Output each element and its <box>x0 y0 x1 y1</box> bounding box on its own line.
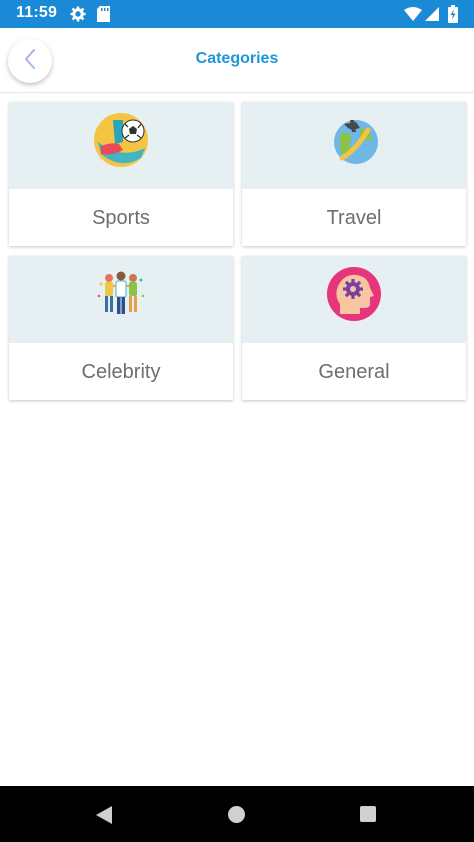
page-title: Categories <box>195 50 279 67</box>
app-bar: Categories <box>0 28 474 93</box>
status-time: 11:59 <box>16 4 58 21</box>
soccer-icon <box>93 112 149 168</box>
card-thumbnail <box>9 256 233 343</box>
category-label: Travel <box>326 207 382 229</box>
status-bar: 11:59 <box>0 0 474 28</box>
category-card-general[interactable]: General <box>242 256 466 400</box>
wifi-icon <box>404 7 422 26</box>
back-triangle-icon[interactable] <box>96 806 112 824</box>
category-label: Sports <box>92 207 150 229</box>
recents-square-icon[interactable] <box>360 806 376 822</box>
signal-icon <box>425 7 439 26</box>
people-group-icon <box>93 266 149 322</box>
category-label: Celebrity <box>81 361 161 383</box>
battery-icon <box>448 5 458 28</box>
globe-plane-icon <box>326 112 382 168</box>
sd-card-icon <box>97 6 110 27</box>
category-card-travel[interactable]: Travel <box>242 102 466 246</box>
category-label: General <box>318 361 390 383</box>
brain-gear-icon <box>326 266 382 322</box>
card-thumbnail <box>242 102 466 189</box>
category-card-sports[interactable]: Sports <box>9 102 233 246</box>
category-card-celebrity[interactable]: Celebrity <box>9 256 233 400</box>
card-thumbnail <box>9 102 233 189</box>
home-circle-icon[interactable] <box>228 806 245 823</box>
gear-icon <box>70 6 86 27</box>
card-thumbnail <box>242 256 466 343</box>
navigation-bar <box>0 786 474 842</box>
